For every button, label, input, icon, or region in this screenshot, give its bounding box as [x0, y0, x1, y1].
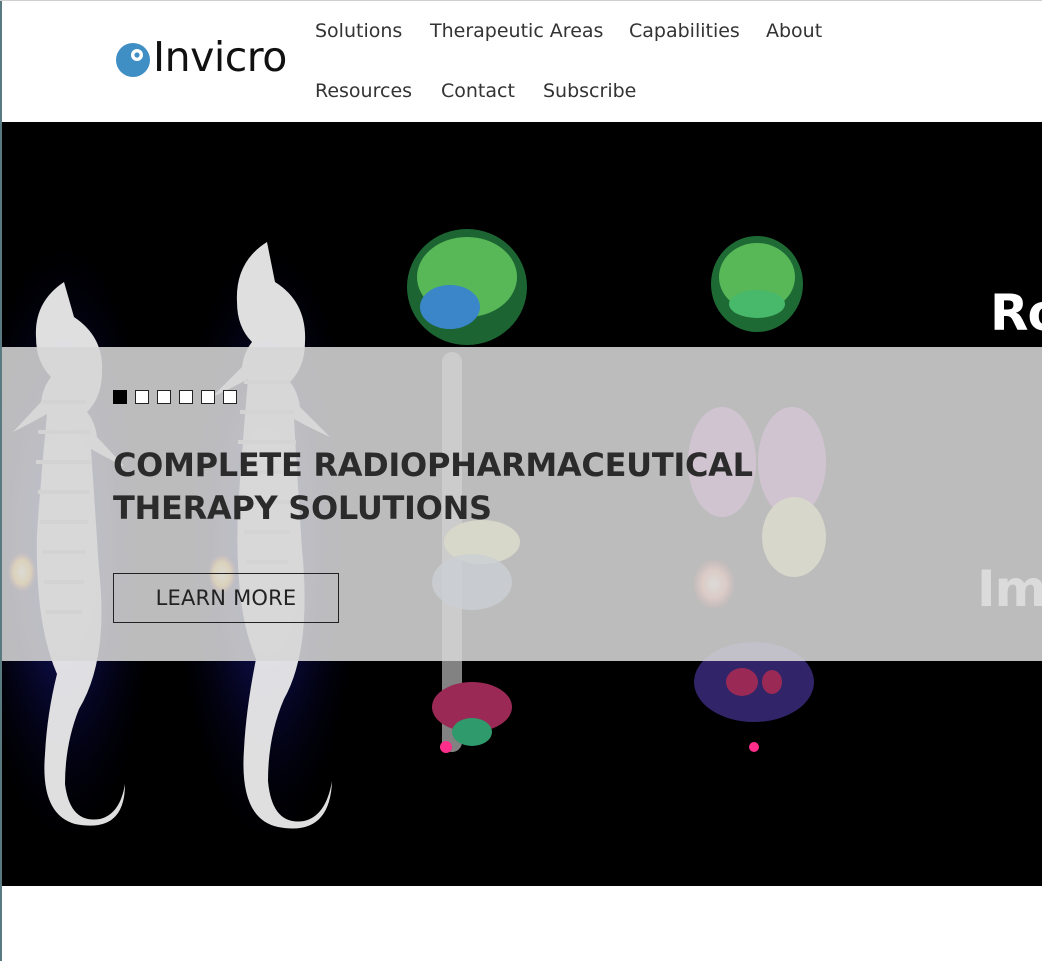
- slide-dot-5[interactable]: [201, 390, 215, 404]
- nav-solutions[interactable]: Solutions: [315, 20, 402, 42]
- brand-name: Invicro: [153, 33, 287, 81]
- site-header: Invicro Solutions Therapeutic Areas Capa…: [2, 1, 1042, 122]
- hero-title-line-1: COMPLETE RADIOPHARMACEUTICAL: [113, 446, 753, 484]
- nav-resources[interactable]: Resources: [315, 80, 412, 102]
- slide-dot-6[interactable]: [223, 390, 237, 404]
- nav-subscribe[interactable]: Subscribe: [543, 80, 636, 102]
- nav-contact[interactable]: Contact: [441, 80, 515, 102]
- slide-indicators: [113, 390, 237, 404]
- nav-therapeutic-areas[interactable]: Therapeutic Areas: [430, 20, 603, 42]
- hero-title: COMPLETE RADIOPHARMACEUTICAL THERAPY SOL…: [113, 444, 813, 530]
- slide-dot-2[interactable]: [135, 390, 149, 404]
- slide-dot-4[interactable]: [179, 390, 193, 404]
- nav-capabilities[interactable]: Capabilities: [629, 20, 740, 42]
- invicro-logo[interactable]: Invicro: [115, 33, 287, 81]
- slide-dot-3[interactable]: [157, 390, 171, 404]
- hero-title-line-2: THERAPY SOLUTIONS: [113, 489, 492, 527]
- learn-more-button[interactable]: LEARN MORE: [113, 573, 339, 623]
- logo-eye-icon: [116, 42, 150, 77]
- slide-dot-1[interactable]: [113, 390, 127, 404]
- nav-about[interactable]: About: [766, 20, 822, 42]
- hero-side-text-top: Ro: [990, 284, 1042, 342]
